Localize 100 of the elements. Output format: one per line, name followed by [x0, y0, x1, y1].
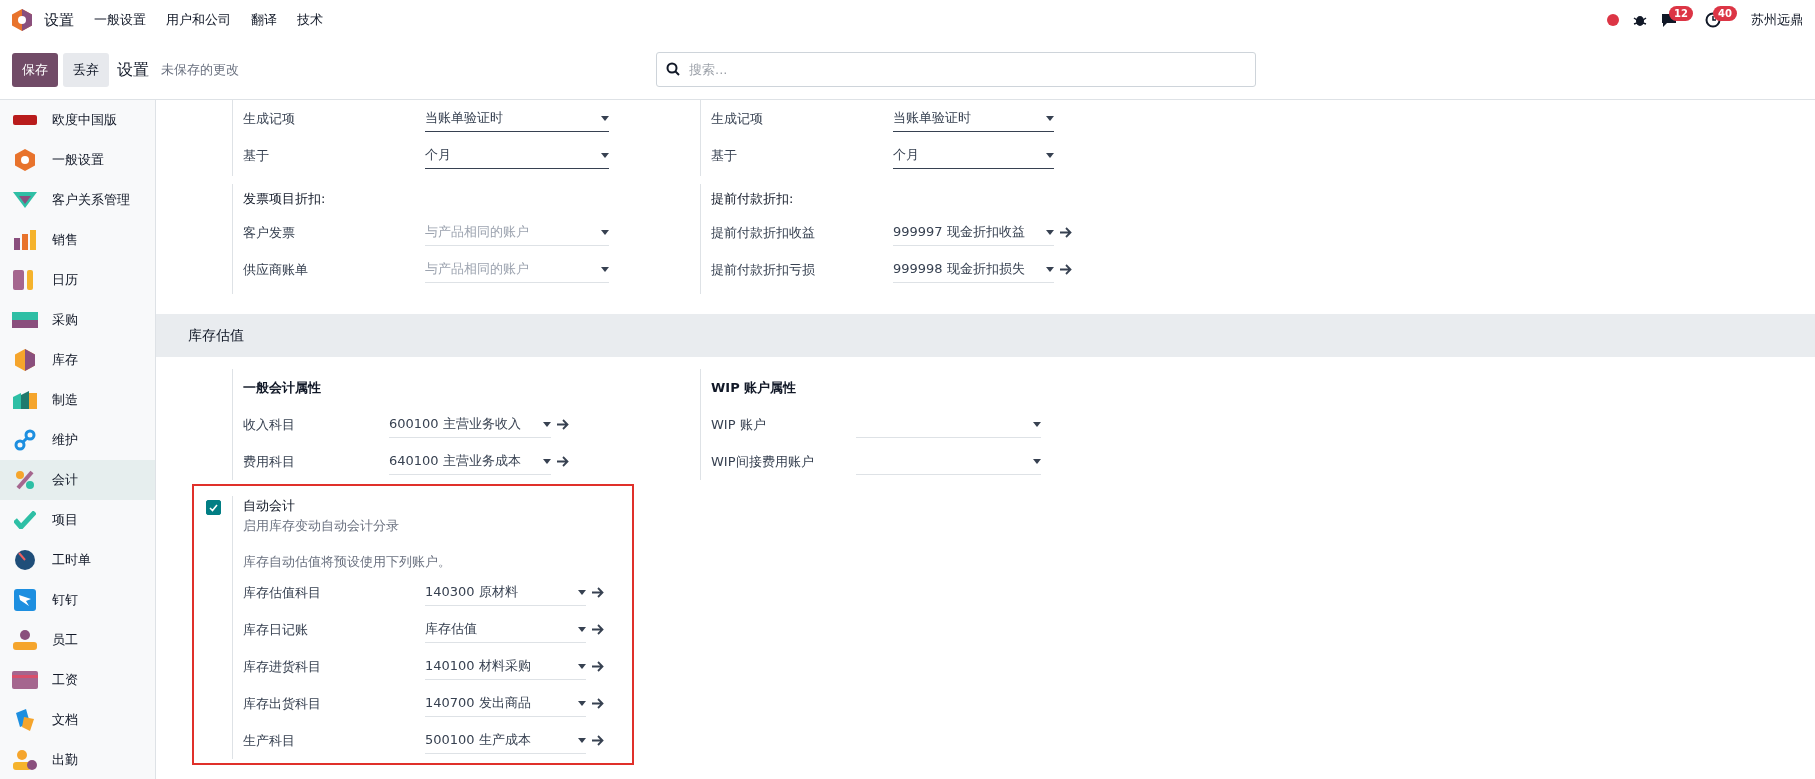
- select-field[interactable]: 140100 材料采购: [425, 653, 586, 680]
- document-icon: [14, 709, 36, 731]
- caret-icon: [1046, 115, 1054, 121]
- arrow-right-icon[interactable]: [592, 624, 604, 635]
- field-label: 收入科目: [243, 415, 296, 434]
- factory-icon: [13, 391, 37, 409]
- arrow-right-icon[interactable]: [557, 419, 569, 430]
- select-field[interactable]: 个月: [425, 142, 609, 169]
- arrow-right-icon[interactable]: [1060, 264, 1072, 275]
- group-title: 一般会计属性: [243, 378, 322, 397]
- sidebar-item[interactable]: 制造: [0, 380, 155, 420]
- caret-icon: [601, 152, 609, 158]
- caret-icon: [601, 266, 609, 272]
- caret-icon: [543, 421, 551, 427]
- arrow-right-icon[interactable]: [1060, 227, 1072, 238]
- field-label: 基于: [243, 146, 270, 165]
- caret-icon: [578, 700, 586, 706]
- shield-icon: [13, 192, 37, 208]
- sidebar-item[interactable]: 工时单: [0, 540, 155, 580]
- bird-icon: [14, 589, 36, 611]
- arrow-right-icon[interactable]: [592, 735, 604, 746]
- caret-icon: [578, 626, 586, 632]
- arrow-right-icon[interactable]: [592, 698, 604, 709]
- field-label: 生成记项: [243, 109, 296, 128]
- select-field[interactable]: 999998 现金折扣损失: [893, 256, 1054, 283]
- field-label: 提前付款折扣收益: [711, 223, 816, 242]
- sidebar-item[interactable]: 出勤: [0, 740, 155, 779]
- field-label: 库存日记账: [243, 620, 309, 639]
- sidebar-item[interactable]: 员工: [0, 620, 155, 660]
- arrow-right-icon[interactable]: [592, 587, 604, 598]
- menu-item[interactable]: 翻译: [251, 10, 277, 30]
- field-label: WIP 账户: [711, 415, 767, 434]
- caret-icon: [601, 115, 609, 121]
- search-icon: [666, 62, 680, 76]
- gauge-icon: [14, 549, 36, 571]
- sidebar-item[interactable]: 采购: [0, 300, 155, 340]
- field-label: 库存进货科目: [243, 657, 322, 676]
- select-field[interactable]: 当账单验证时: [425, 105, 609, 132]
- bar-chart-icon: [14, 230, 36, 250]
- sidebar-item[interactable]: 会计: [0, 460, 155, 500]
- sidebar-item[interactable]: 项目: [0, 500, 155, 540]
- person-icon: [13, 750, 37, 770]
- bug-icon[interactable]: [1633, 13, 1647, 27]
- search-field[interactable]: 搜索...: [656, 52, 1256, 87]
- field-label: 客户发票: [243, 223, 296, 242]
- select-field[interactable]: 500100 生产成本: [425, 727, 586, 754]
- sidebar-item[interactable]: 客户关系管理: [0, 180, 155, 220]
- percent-icon: [15, 470, 35, 490]
- caret-icon: [1046, 266, 1054, 272]
- checkmark-icon: [14, 511, 36, 529]
- menu-item[interactable]: 一般设置: [94, 10, 146, 30]
- field-label: 基于: [711, 146, 738, 165]
- menu-item[interactable]: 技术: [297, 10, 323, 30]
- group-title: WIP 账户属性: [711, 378, 798, 397]
- discard-button[interactable]: 丢弃: [63, 52, 109, 87]
- sidebar-item[interactable]: 钉钉: [0, 580, 155, 620]
- sidebar-item[interactable]: 文档: [0, 700, 155, 740]
- field-label: 生产科目: [243, 731, 296, 750]
- group-title: 发票项目折扣:: [243, 190, 327, 209]
- field-label: 提前付款折扣亏损: [711, 260, 816, 279]
- select-field[interactable]: 库存估值: [425, 616, 586, 643]
- select-field[interactable]: 140700 发出商品: [425, 690, 586, 717]
- menu-item[interactable]: 用户和公司: [166, 10, 231, 30]
- app-title[interactable]: 设置: [44, 8, 74, 32]
- save-button[interactable]: 保存: [12, 52, 58, 87]
- sidebar-item[interactable]: 库存: [0, 340, 155, 380]
- arrow-right-icon[interactable]: [592, 661, 604, 672]
- sidebar-item[interactable]: 维护: [0, 420, 155, 460]
- caret-icon: [1033, 458, 1041, 464]
- field-label: 生成记项: [711, 109, 764, 128]
- arrow-right-icon[interactable]: [557, 456, 569, 467]
- sidebar-item[interactable]: 工资: [0, 660, 155, 700]
- caret-icon: [543, 458, 551, 464]
- sidebar-item[interactable]: 销售: [0, 220, 155, 260]
- caret-icon: [578, 737, 586, 743]
- page-title: 设置: [117, 58, 149, 81]
- setting-title: 自动会计: [243, 497, 296, 515]
- sidebar-item[interactable]: 一般设置: [0, 140, 155, 180]
- field-label: 库存估值科目: [243, 583, 322, 602]
- setting-note: 库存自动估值将预设使用下列账户。: [243, 553, 452, 571]
- caret-icon: [1046, 229, 1054, 235]
- company-name[interactable]: 苏州远鼎: [1751, 10, 1803, 30]
- select-field[interactable]: 当账单验证时: [893, 105, 1054, 132]
- select-field[interactable]: 640100 主营业务成本: [389, 448, 551, 475]
- field-label: WIP间接费用账户: [711, 452, 815, 471]
- link-icon: [14, 429, 36, 451]
- sidebar-item[interactable]: 欧度中国版: [0, 100, 155, 140]
- sidebar-item[interactable]: 日历: [0, 260, 155, 300]
- select-field[interactable]: 140300 原材料: [425, 579, 586, 606]
- field-label: 费用科目: [243, 452, 296, 471]
- select-field[interactable]: 999997 现金折扣收益: [893, 219, 1054, 246]
- field-label: 库存出货科目: [243, 694, 322, 713]
- card-icon: [12, 312, 38, 328]
- select-field[interactable]: 600100 主营业务收入: [389, 411, 551, 438]
- unsaved-status: 未保存的更改: [161, 60, 239, 79]
- wallet-icon: [12, 671, 38, 689]
- checkbox[interactable]: [205, 500, 221, 515]
- group-title: 提前付款折扣:: [711, 190, 795, 209]
- notification-badge: 40: [1713, 6, 1737, 21]
- select-field[interactable]: 个月: [893, 142, 1054, 169]
